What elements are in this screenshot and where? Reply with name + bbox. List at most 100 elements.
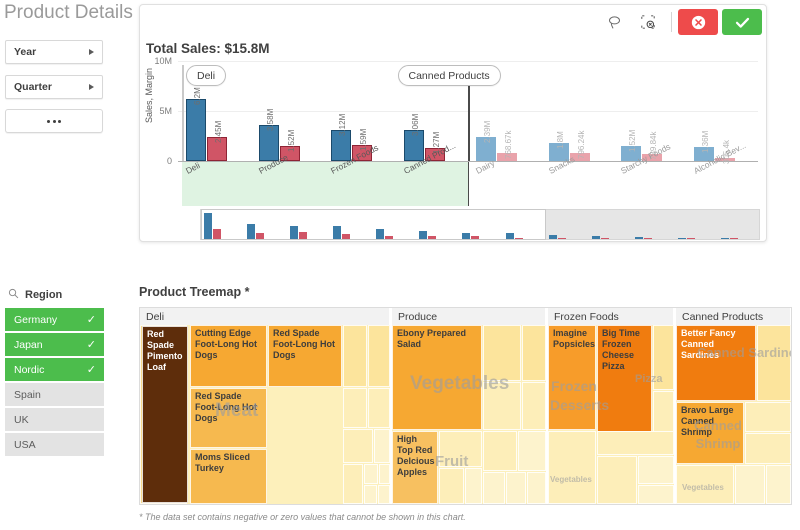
treemap-cell[interactable]: Red Spade Foot-Long Hot Dogs	[190, 388, 267, 448]
bar-value-label: 796.24k	[577, 131, 586, 159]
treemap-group-header-canned-products[interactable]: Canned Products	[676, 308, 791, 325]
treemap-cell[interactable]: Red Spade Foot-Long Hot Dogs	[268, 325, 342, 387]
treemap-title: Product Treemap *	[139, 285, 249, 299]
minimap-bar	[376, 229, 384, 239]
chart-plot-area[interactable]: Sales, Margin 10M5M06.2M2.45MDeli3.58M1.…	[140, 57, 766, 205]
selection-band	[182, 162, 469, 206]
region-item-usa[interactable]: USA	[5, 433, 104, 456]
treemap-cell[interactable]	[506, 472, 526, 504]
treemap-cell-label: Better Fancy Canned Sardines	[681, 328, 753, 361]
treemap-cell[interactable]	[439, 468, 464, 504]
treemap-cell[interactable]	[522, 325, 546, 381]
selection-toolbar	[597, 5, 766, 39]
confirm-selection-button[interactable]	[722, 9, 762, 35]
treemap-cell[interactable]: Red Spade Pimento Loaf	[142, 326, 188, 503]
treemap-cell[interactable]	[343, 325, 367, 387]
cancel-selection-button[interactable]	[678, 9, 718, 35]
selection-tag-0[interactable]: Deli	[186, 65, 226, 86]
treemap-group-header-deli[interactable]: Deli	[140, 308, 390, 325]
treemap-cell[interactable]	[766, 465, 791, 504]
treemap-cell[interactable]	[745, 433, 791, 464]
treemap-cell[interactable]	[638, 456, 674, 484]
treemap-cell-label: High Top Red Delcious Apples	[397, 434, 435, 478]
treemap-cell[interactable]	[465, 468, 482, 504]
treemap-cell-label: Moms Sliced Turkey	[195, 452, 264, 474]
treemap-cell[interactable]	[374, 429, 390, 463]
treemap-cell[interactable]	[653, 325, 674, 390]
treemap-cell[interactable]	[522, 382, 546, 430]
region-item-germany[interactable]: Germany✓	[5, 308, 104, 331]
product-treemap[interactable]: DeliProduceFrozen FoodsCanned Products Re…	[139, 307, 792, 505]
treemap-cell[interactable]	[483, 382, 521, 430]
treemap-cell[interactable]	[378, 485, 390, 504]
minimap-bar	[299, 232, 307, 239]
treemap-cell-label: Bravo Large Canned Shrimp	[681, 405, 741, 438]
treemap-column-divider	[390, 308, 392, 504]
chart-title: Total Sales: $15.8M	[146, 41, 270, 56]
region-item-label: Spain	[14, 389, 104, 401]
minimap-bar	[471, 236, 479, 239]
treemap-cell[interactable]	[483, 325, 521, 381]
treemap-cell[interactable]	[379, 464, 390, 484]
treemap-cell[interactable]: Moms Sliced Turkey	[190, 449, 267, 504]
treemap-cell[interactable]	[343, 429, 373, 463]
bar-value-label: 768.67k	[504, 131, 513, 159]
bar-sales-0[interactable]	[186, 99, 206, 161]
treemap-cell[interactable]	[483, 472, 505, 504]
treemap-cell[interactable]	[483, 431, 517, 471]
treemap-cell[interactable]	[343, 464, 363, 504]
treemap-cell[interactable]	[368, 388, 390, 428]
treemap-column-divider	[674, 308, 676, 504]
selection-tag-1[interactable]: Canned Products	[398, 65, 501, 86]
treemap-cell[interactable]	[597, 431, 674, 455]
region-filter-header: Region	[8, 286, 62, 304]
filter-button-year[interactable]: Year	[5, 40, 103, 64]
region-item-uk[interactable]: UK	[5, 408, 104, 431]
minimap-bar	[428, 236, 436, 239]
minimap-bar	[290, 226, 298, 239]
treemap-cell[interactable]	[676, 465, 734, 504]
filter-button-year-label: Year	[14, 46, 89, 58]
treemap-cell[interactable]	[439, 431, 482, 467]
treemap-cell[interactable]: Bravo Large Canned Shrimp	[676, 402, 744, 464]
y-axis-tick-label: 10M	[144, 56, 172, 66]
treemap-cell[interactable]: Ebony Prepared Salad	[392, 325, 482, 430]
treemap-cell[interactable]	[343, 388, 367, 428]
treemap-cell[interactable]: Imagine Popsicles	[548, 325, 596, 430]
treemap-cell[interactable]: High Top Red Delcious Apples	[392, 431, 438, 504]
lasso-select-icon[interactable]	[597, 7, 631, 37]
treemap-group-header-frozen-foods[interactable]: Frozen Foods	[548, 308, 674, 325]
check-icon: ✓	[87, 363, 96, 376]
treemap-cell[interactable]: Better Fancy Canned Sardines	[676, 325, 756, 401]
treemap-cell[interactable]	[518, 431, 546, 471]
treemap-cell[interactable]	[745, 402, 791, 432]
treemap-cell[interactable]: Cutting Edge Foot-Long Hot Dogs	[190, 325, 267, 387]
treemap-cell[interactable]	[638, 485, 674, 504]
region-item-japan[interactable]: Japan✓	[5, 333, 104, 356]
treemap-cell[interactable]	[735, 465, 765, 504]
minimap-bar	[730, 238, 738, 239]
treemap-group-header-produce[interactable]: Produce	[392, 308, 546, 325]
bar-value-label: 3.58M	[266, 109, 275, 131]
toolbar-divider	[671, 12, 672, 32]
treemap-cell-label: Red Spade Foot-Long Hot Dogs	[195, 391, 264, 424]
region-item-spain[interactable]: Spain	[5, 383, 104, 406]
caret-right-icon	[89, 49, 94, 55]
search-icon[interactable]	[8, 286, 19, 304]
chart-scroll-minimap[interactable]	[200, 209, 760, 240]
filter-button-quarter[interactable]: Quarter	[5, 75, 103, 99]
treemap-cell[interactable]	[548, 431, 596, 504]
treemap-cell[interactable]	[364, 464, 378, 484]
page-title: Product Details	[4, 2, 133, 24]
treemap-cell[interactable]	[364, 485, 377, 504]
minimap-bar	[256, 233, 264, 239]
treemap-cell[interactable]	[527, 472, 546, 504]
clear-selection-icon[interactable]	[631, 7, 665, 37]
region-item-nordic[interactable]: Nordic✓	[5, 358, 104, 381]
treemap-cell[interactable]	[597, 456, 637, 504]
treemap-cell[interactable]	[368, 325, 390, 387]
region-item-label: USA	[14, 439, 104, 451]
region-listbox[interactable]: Germany✓Japan✓Nordic✓ Spain UK USA	[5, 308, 104, 458]
treemap-cell[interactable]	[757, 325, 791, 401]
more-filters-button[interactable]	[5, 109, 103, 133]
